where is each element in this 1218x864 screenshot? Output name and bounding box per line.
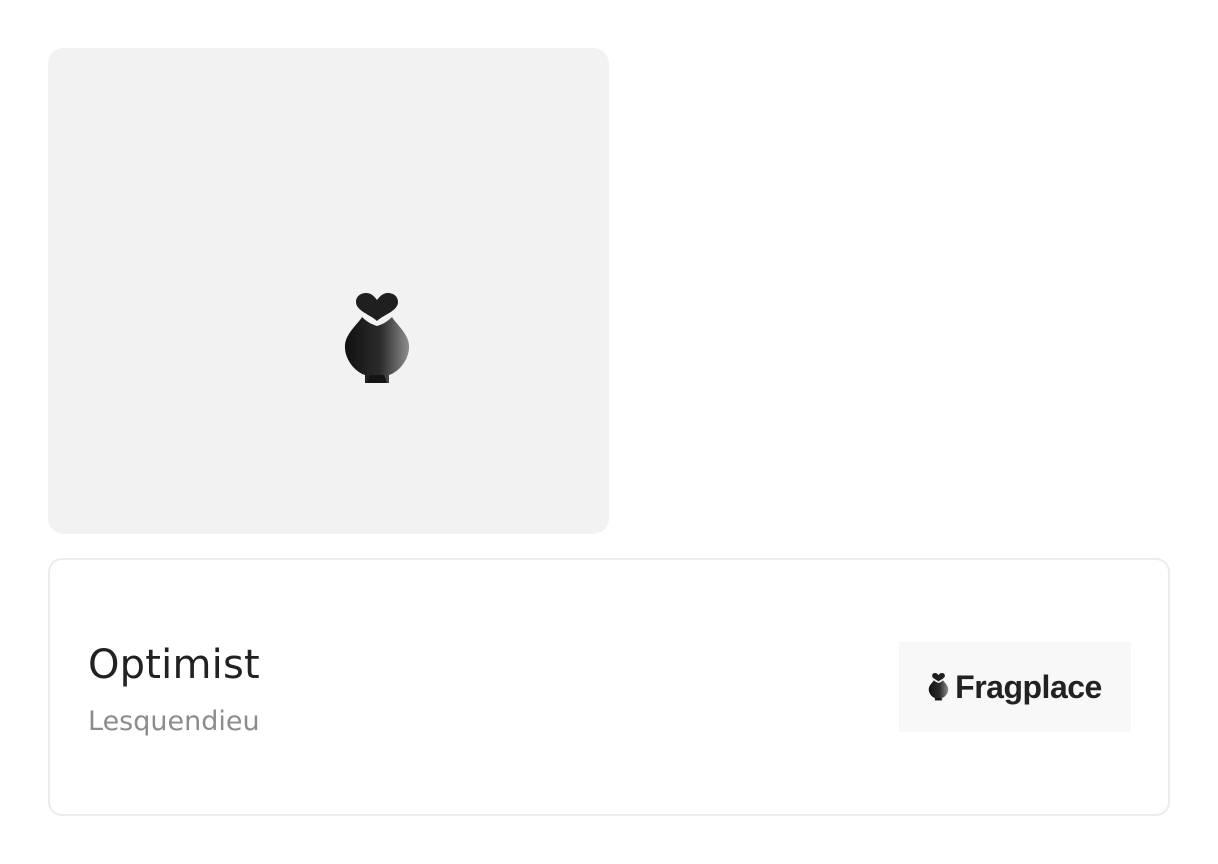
perfume-bottle-heart-icon [344,293,410,383]
product-name: Optimist [88,642,260,688]
brand-name: Lesquendieu [88,706,260,737]
product-page: Optimist Lesquendieu Fragplace [0,0,1218,864]
product-info-card: Optimist Lesquendieu Fragplace [48,558,1170,816]
retailer-name: Fragplace [955,669,1102,705]
retailer-fragplace-link[interactable]: Fragplace [899,642,1131,732]
product-image-card [48,48,609,534]
perfume-bottle-heart-icon [928,673,949,701]
